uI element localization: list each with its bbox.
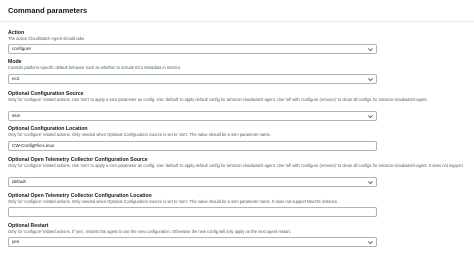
otel-source-description: Only for 'configure' related actions. Us… xyxy=(8,163,464,168)
config-source-select[interactable]: ssm xyxy=(8,111,377,121)
config-location-input-value: CW-ConfigFile-Linux xyxy=(12,143,55,148)
chevron-down-icon xyxy=(368,78,373,82)
command-parameters-panel: Command parameters Action The action Clo… xyxy=(0,0,474,260)
chevron-down-icon xyxy=(368,181,373,185)
config-source-field: Optional Configuration Source Only for '… xyxy=(8,91,464,121)
config-location-description: Only for 'configure' related actions. On… xyxy=(8,132,271,137)
action-description: The action CloudWatch Agent should take. xyxy=(8,36,86,41)
mode-description: Controls platform-specific default behav… xyxy=(8,65,182,70)
otel-location-field: Optional Open Telemetry Collector Config… xyxy=(8,193,464,217)
chevron-down-icon xyxy=(368,115,373,119)
otel-source-select-value: default xyxy=(12,179,26,184)
otel-location-description: Only for 'configure' related actions. On… xyxy=(8,199,339,204)
config-source-description: Only for 'configure' related actions. Us… xyxy=(8,97,428,102)
otel-source-field: Optional Open Telemetry Collector Config… xyxy=(8,157,464,187)
chevron-down-icon xyxy=(368,241,373,245)
action-field: Action The action CloudWatch Agent shoul… xyxy=(8,30,464,54)
config-source-select-value: ssm xyxy=(12,113,21,118)
mode-select-value: ec2 xyxy=(12,76,20,81)
mode-select[interactable]: ec2 xyxy=(8,74,377,84)
panel-header: Command parameters xyxy=(0,0,474,22)
chevron-down-icon xyxy=(368,48,373,52)
config-location-field: Optional Configuration Location Only for… xyxy=(8,126,464,151)
restart-description: Only for 'configure' related actions. If… xyxy=(8,229,292,234)
action-select-value: configure xyxy=(12,46,31,51)
otel-location-input[interactable] xyxy=(8,207,377,217)
config-location-input[interactable]: CW-ConfigFile-Linux xyxy=(8,141,377,151)
otel-source-select[interactable]: default xyxy=(8,177,377,187)
action-select[interactable]: configure xyxy=(8,44,377,54)
panel-title: Command parameters xyxy=(8,6,88,15)
restart-select-value: yes xyxy=(12,239,20,244)
mode-field: Mode Controls platform-specific default … xyxy=(8,59,464,84)
restart-field: Optional Restart Only for 'configure' re… xyxy=(8,223,464,247)
restart-select[interactable]: yes xyxy=(8,237,377,247)
